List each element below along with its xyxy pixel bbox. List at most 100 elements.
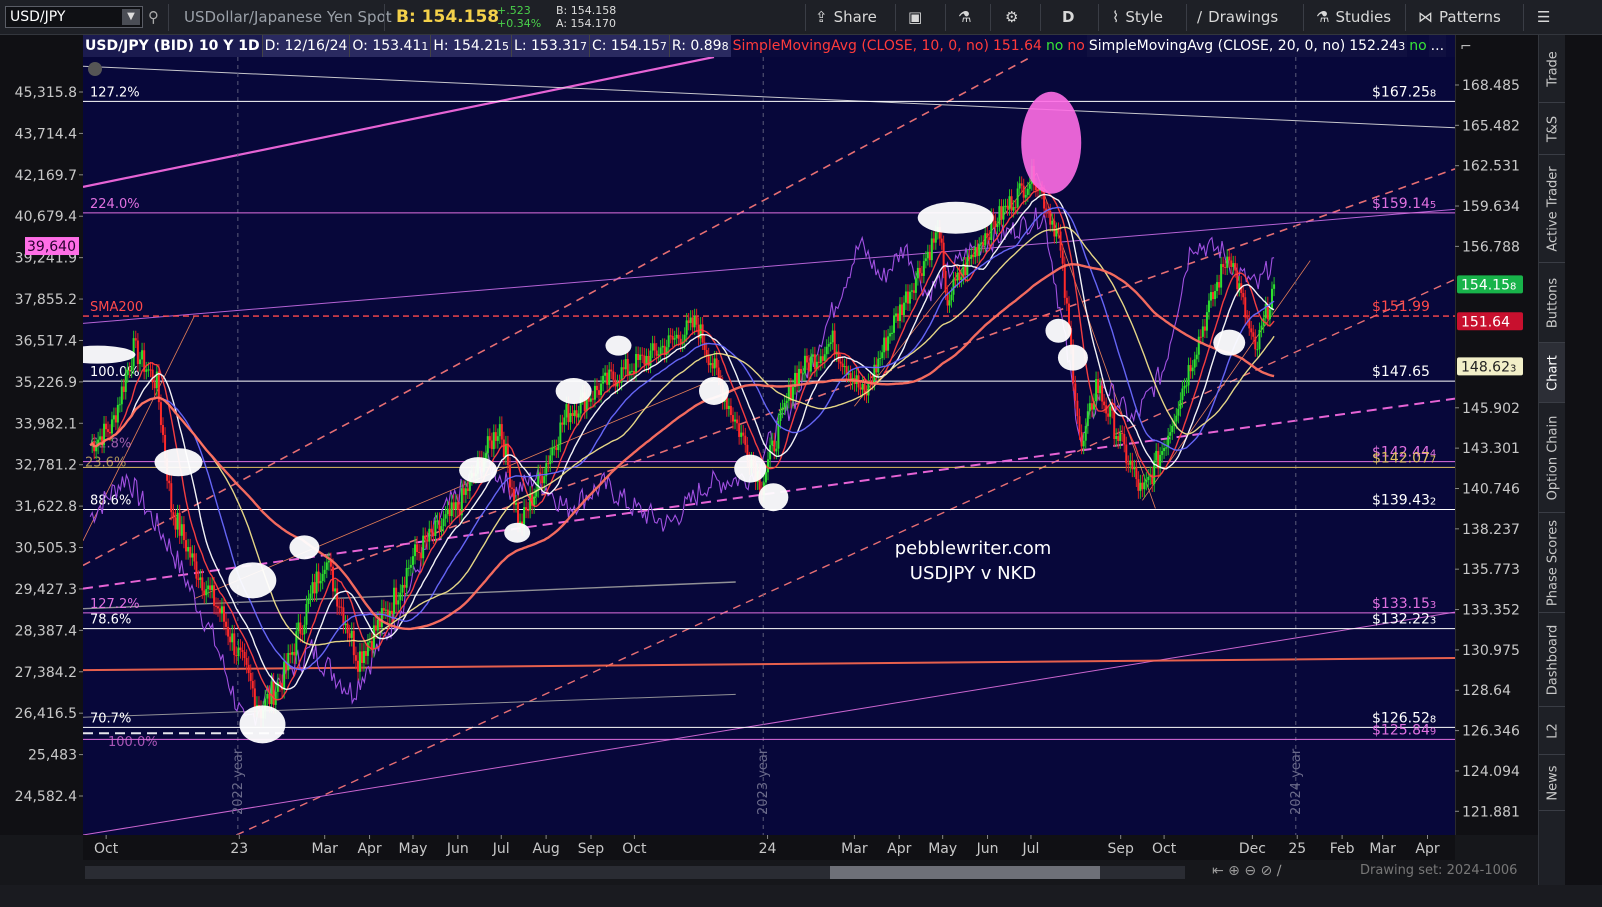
side-tab-l2[interactable]: L2 (1539, 707, 1566, 755)
candle-body (675, 334, 678, 339)
candle-body (430, 528, 433, 533)
chart-scrollbar[interactable]: ⇤ ⊕ ⊖ ⊘ ∕ Drawing set: 2024-1006 (0, 860, 1538, 885)
chart-title: USD/JPY (BID) 10 Y 1D (83, 35, 262, 57)
gear-icon[interactable]: ⚙ (1005, 0, 1018, 35)
candle-body (466, 488, 469, 492)
candle-body (1260, 325, 1263, 330)
candle-body (717, 367, 720, 378)
time-axis[interactable]: Oct 23 Mar Apr May Jun Jul Aug Sep Oct 24 Mar Apr May… (83, 835, 1455, 860)
candle-body (1002, 206, 1005, 220)
candle-body (213, 585, 216, 606)
candle-body (1018, 183, 1021, 189)
zoom-icons[interactable]: ⇤ ⊕ ⊖ ⊘ ∕ (1212, 863, 1281, 879)
tick-label: 23 (230, 841, 248, 857)
candle-body (1020, 183, 1023, 186)
candle-body (325, 562, 328, 570)
candle-body (440, 526, 443, 531)
candle-body (944, 270, 947, 293)
study2-label[interactable]: SimpleMovingAvg (CLOSE, 20, 0, no) (1086, 35, 1348, 57)
candle-body (416, 544, 419, 552)
candle-body (641, 354, 644, 356)
studies-button[interactable]: ⚗ Studies (1316, 0, 1391, 35)
candle-body (191, 553, 194, 558)
more-studies[interactable]: ... (1428, 35, 1447, 57)
drawings-button[interactable]: ∕ Drawings (1197, 0, 1278, 35)
candle-body (1163, 448, 1166, 452)
candle-body (1119, 433, 1122, 441)
candle-body (709, 363, 712, 366)
tick-label: Jun (446, 841, 469, 857)
flask-icon[interactable]: ⚗ (958, 0, 971, 35)
scroll-thumb[interactable] (830, 866, 1100, 879)
candle-body (1189, 365, 1192, 372)
candle-body (734, 419, 737, 422)
candle-body (595, 385, 598, 391)
candle-body (610, 369, 613, 372)
menu-icon[interactable]: ☰ (1537, 0, 1550, 35)
candle-body (114, 415, 117, 423)
candle-body (207, 585, 210, 590)
candle-body (689, 317, 692, 323)
side-tab-news[interactable]: News (1539, 755, 1566, 811)
candle-body (1254, 336, 1257, 350)
candle-body (669, 335, 672, 337)
tick-label: 138.237 (1462, 522, 1520, 538)
patterns-button[interactable]: ⋈ Patterns (1418, 0, 1501, 35)
candle-body (881, 352, 884, 359)
candle-body (577, 413, 580, 418)
candle-body (1117, 436, 1120, 441)
candle-body (409, 564, 412, 568)
right-price-axis[interactable]: 168.485 165.482 162.531 159.634 156.788 154.1… (1454, 35, 1538, 835)
candle-body (422, 535, 425, 559)
bid-price: B: 154.158 (396, 7, 500, 27)
side-tab-phase-scores[interactable]: Phase Scores (1539, 513, 1566, 613)
candle-body (1201, 326, 1204, 337)
link-icon[interactable]: ⚲ (148, 0, 159, 35)
candle-body (399, 592, 402, 601)
side-tab-option-chain[interactable]: Option Chain (1539, 403, 1566, 513)
candle-body (889, 333, 892, 337)
candle-body (1082, 440, 1085, 447)
side-tab-trade[interactable]: Trade (1539, 35, 1566, 103)
candle-body (1234, 263, 1237, 271)
side-tab-buttons[interactable]: Buttons (1539, 263, 1566, 343)
tick-label: Mar (1369, 841, 1396, 857)
tick-label: Oct (94, 841, 119, 857)
candle-body (358, 651, 361, 672)
style-button[interactable]: ⌇ Style (1112, 0, 1163, 35)
candle-body (655, 350, 658, 356)
candle-body (1000, 206, 1003, 220)
candle-body (174, 517, 177, 530)
side-tab-t-s[interactable]: T&S (1539, 103, 1566, 155)
tick-label: 29,427.3 (15, 582, 77, 598)
chart-plot-area[interactable]: 2022 year 2023 year 2024 year 127.2% $167.25… (59, 55, 1456, 836)
side-tab-dashboard[interactable]: Dashboard (1539, 613, 1566, 707)
symbol-selector[interactable]: USD/JPY ▼ (5, 6, 143, 28)
chevron-down-icon[interactable]: ▼ (122, 9, 140, 25)
candle-body (1022, 185, 1025, 198)
candle-body (1059, 231, 1062, 251)
candle-body (217, 606, 220, 609)
candle-body (317, 571, 320, 584)
candle-body (287, 652, 290, 671)
candle-body (187, 547, 190, 552)
candle-body (982, 242, 985, 246)
candle-body (779, 410, 782, 421)
level-right-label-tail: 3 (1430, 600, 1436, 611)
tick-label: 168.485 (1462, 78, 1520, 94)
scroll-handle-icon (88, 62, 102, 76)
drawing-set-label[interactable]: Drawing set: 2024-1006 (1360, 863, 1517, 878)
tick-label: 35,226.9 (15, 375, 77, 391)
level-left-label: 127.2% (90, 85, 140, 100)
study1-label[interactable]: SimpleMovingAvg (CLOSE, 10, 0, no) (731, 35, 991, 57)
side-tab-chart[interactable]: Chart (1539, 343, 1566, 403)
left-price-axis[interactable]: 45,315.8 43,714.4 42,169.7 40,679.4 39,241.9… (0, 35, 83, 835)
screenshot-icon[interactable]: ▣ (908, 0, 922, 35)
period-button[interactable]: D (1062, 0, 1074, 35)
candle-body (928, 251, 931, 261)
side-tab-active-trader[interactable]: Active Trader (1539, 155, 1566, 263)
candle-body (229, 636, 232, 643)
fib-fragment: 23.6% (85, 455, 126, 470)
share-button[interactable]: ⇪ Share (815, 0, 877, 35)
candle-body (235, 655, 238, 657)
